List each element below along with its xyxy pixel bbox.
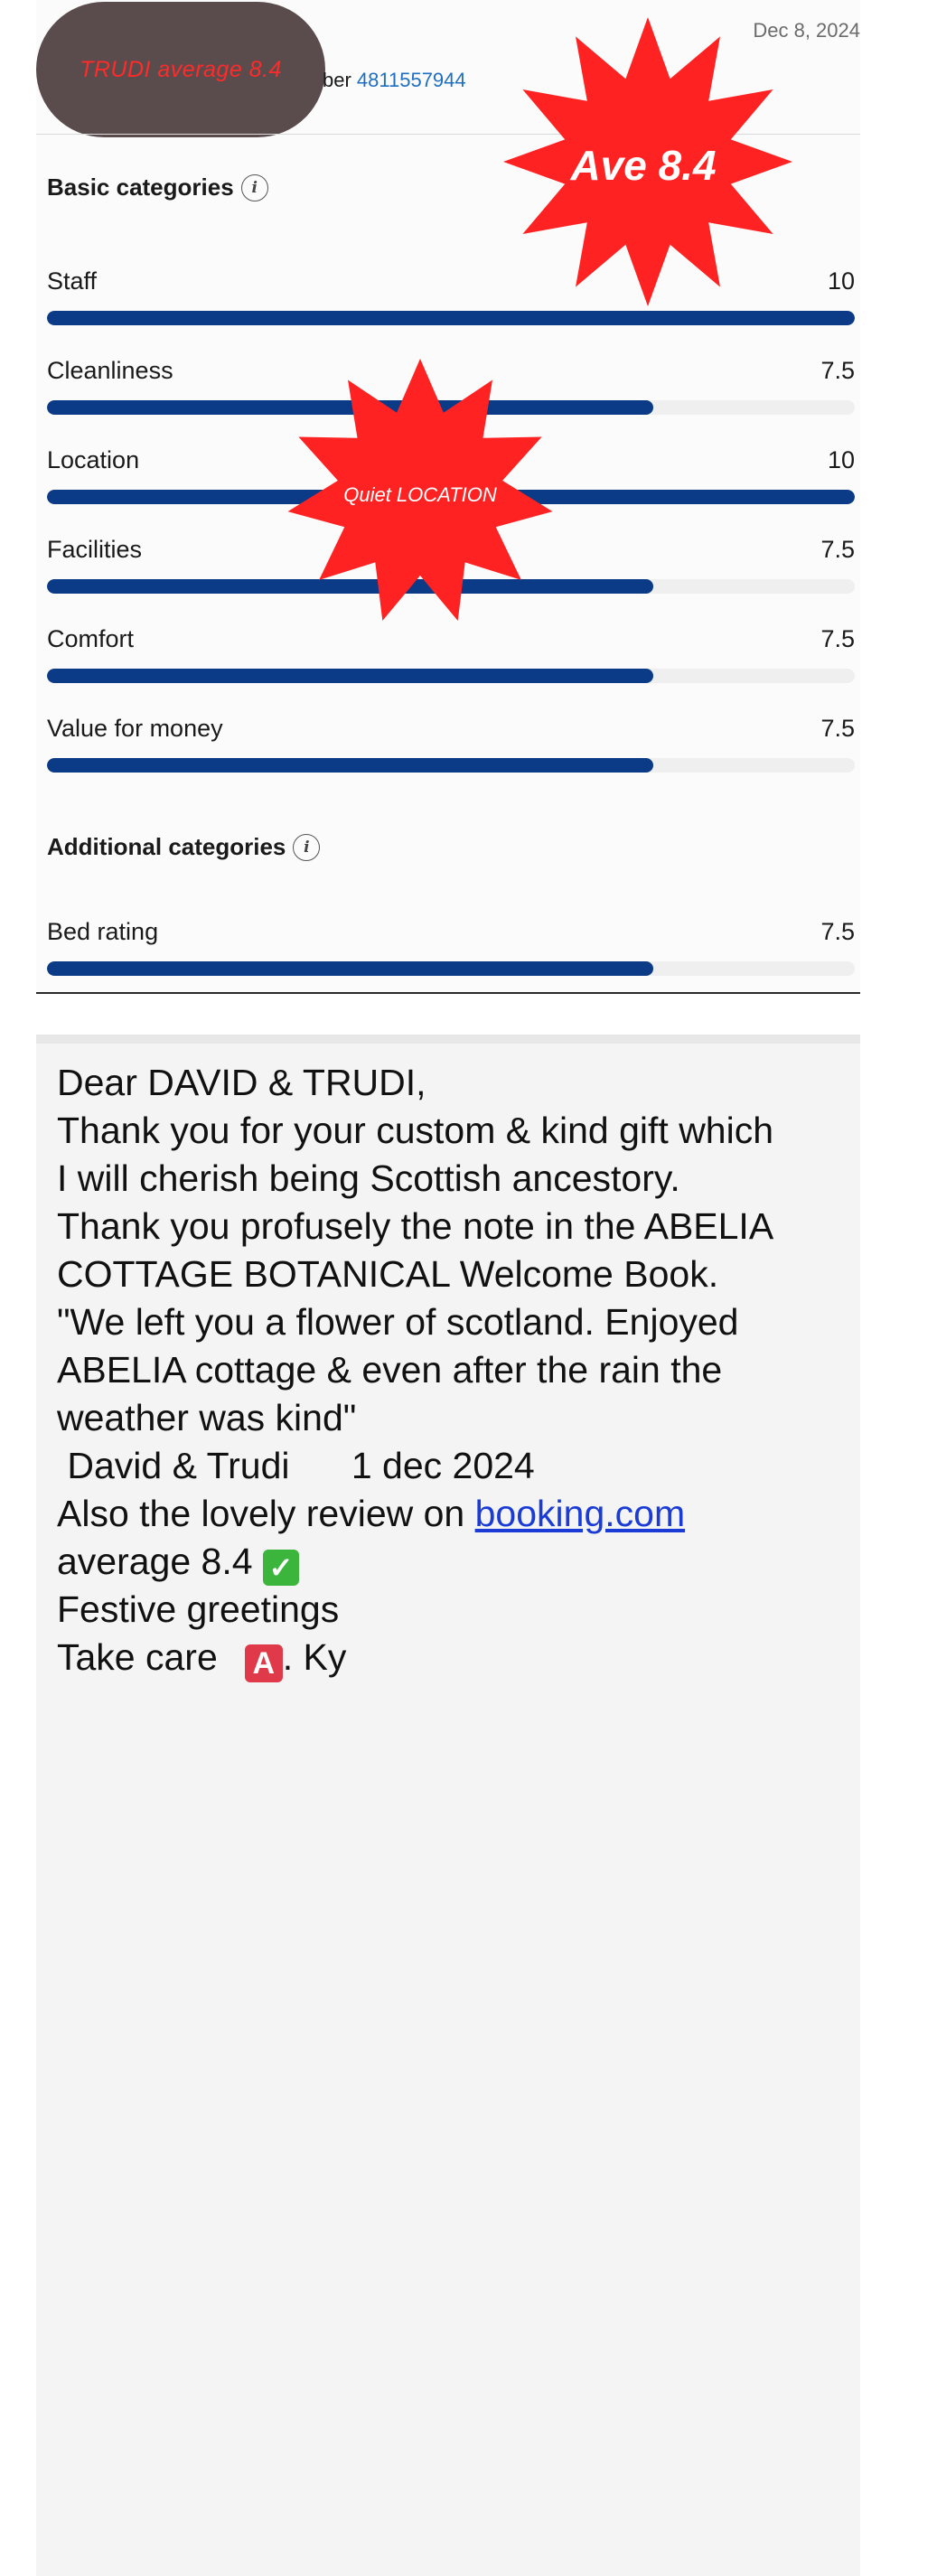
- take-care-text: Take care: [57, 1636, 218, 1678]
- message-line: Thank you for your custom & kind gift wh…: [57, 1110, 774, 1151]
- section-divider: [36, 992, 860, 994]
- message-line: Dear DAVID & TRUDI,: [57, 1062, 426, 1103]
- letter-a-icon: A: [244, 1644, 283, 1682]
- message-line: weather was kind": [57, 1397, 357, 1438]
- rating-label: Bed rating: [47, 918, 159, 945]
- message-line: ABELIA cottage & even after the rain the: [57, 1349, 723, 1391]
- message-line: Also the lovely review on booking.com: [57, 1490, 852, 1538]
- rating-label: Comfort: [47, 625, 135, 652]
- message-line: Thank you profusely the note in the ABEL…: [57, 1205, 774, 1247]
- star-text: Ave 8.4: [569, 142, 716, 189]
- signature-text: . Ky: [282, 1636, 347, 1678]
- rating-value: 7.5: [820, 625, 855, 652]
- rating-bar-track: [47, 758, 855, 773]
- rating-label: Facilities: [47, 536, 143, 563]
- rating-bar-track: [47, 961, 855, 976]
- star-text: Quiet LOCATION: [343, 483, 497, 506]
- reservation-prefix: ber: [323, 69, 351, 91]
- basic-categories-heading: Basic categories i: [47, 173, 268, 201]
- rating-value: 7.5: [820, 918, 855, 945]
- reservation-number: ber 4811557944: [323, 69, 466, 92]
- rating-bar-fill: [47, 669, 653, 683]
- rating-label: Staff: [47, 267, 98, 295]
- booking-link[interactable]: booking.com: [475, 1493, 685, 1534]
- rating-value: 7.5: [820, 357, 855, 384]
- additional-categories-title: Additional categories: [47, 833, 286, 860]
- check-mark-icon: ✓: [262, 1550, 299, 1586]
- rating-value: 7.5: [820, 536, 855, 563]
- additional-categories-heading: Additional categories i: [47, 833, 321, 861]
- rating-bar-fill: [47, 311, 855, 325]
- message-text-prefix: Also the lovely review on: [57, 1493, 475, 1534]
- message-line: David & Trudi 1 dec 2024: [57, 1445, 535, 1486]
- rating-value: 10: [827, 267, 855, 295]
- trudi-average-badge: TRUDI average 8.4: [36, 2, 325, 137]
- badge-text: TRUDI average 8.4: [80, 56, 282, 82]
- rating-bar-fill: [47, 961, 653, 976]
- info-icon[interactable]: i: [293, 833, 321, 861]
- info-icon[interactable]: i: [240, 173, 268, 201]
- message-line: COTTAGE BOTANICAL Welcome Book.: [57, 1253, 719, 1295]
- rating-bar-track: [47, 669, 855, 683]
- average-text: average 8.4: [57, 1541, 253, 1582]
- rating-bar-track: [47, 311, 855, 325]
- reservation-number-link[interactable]: 4811557944: [357, 69, 466, 91]
- message-text: Dear DAVID & TRUDI, Thank you for your c…: [57, 1059, 852, 1682]
- rating-label: Cleanliness: [47, 357, 173, 384]
- rating-label: Value for money: [47, 715, 223, 742]
- location-star-sticker: Quiet LOCATION: [287, 359, 553, 621]
- message-line: I will cherish being Scottish ancestory.: [57, 1157, 680, 1199]
- rating-value: 7.5: [820, 715, 855, 742]
- message-line: average 8.4 ✓: [57, 1538, 852, 1586]
- message-top-edge: [36, 1035, 860, 1044]
- rating-value: 10: [827, 446, 855, 473]
- rating-bar-fill: [47, 758, 653, 773]
- rating-label: Location: [47, 446, 140, 473]
- message-line: Take care A. Ky: [57, 1634, 852, 1682]
- message-line: "We left you a flower of scotland. Enjoy…: [57, 1301, 739, 1343]
- message-bubble: Dear DAVID & TRUDI, Thank you for your c…: [36, 1035, 860, 2576]
- average-star-sticker: Ave 8.4: [503, 17, 792, 306]
- message-line: Festive greetings: [57, 1588, 340, 1630]
- basic-categories-title: Basic categories: [47, 173, 234, 201]
